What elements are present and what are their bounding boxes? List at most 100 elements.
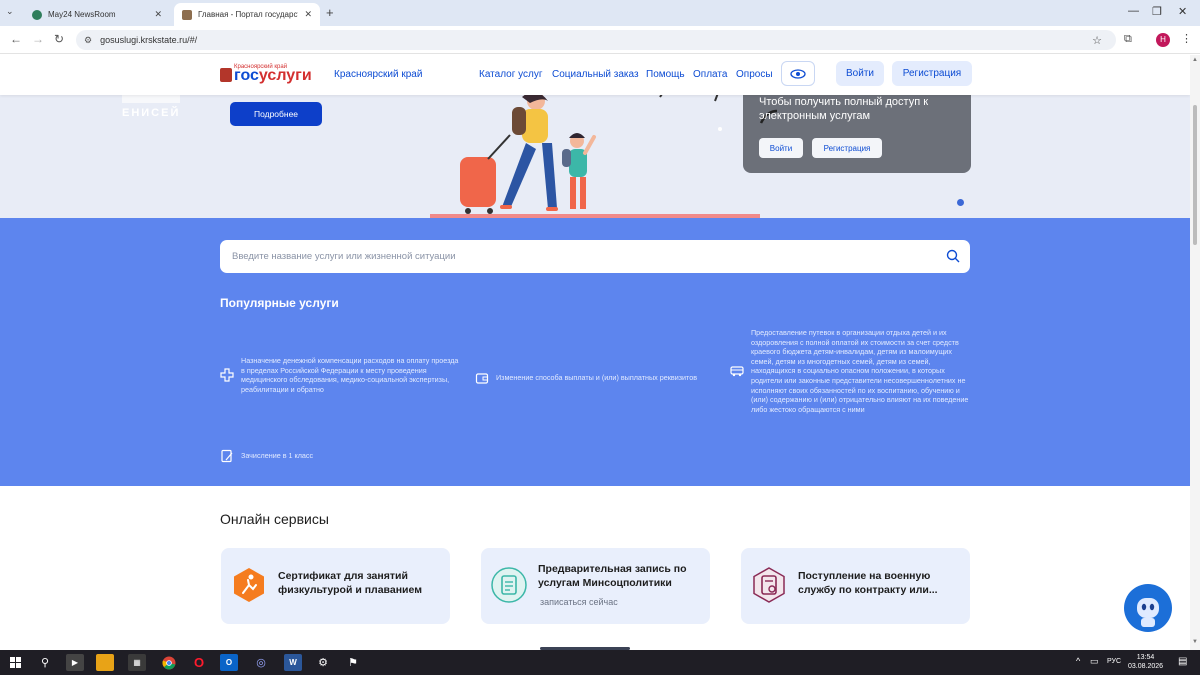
new-tab-button[interactable]: + [326, 5, 334, 20]
card-title: Сертификат для занятий физкультурой и пл… [278, 570, 422, 596]
nav-help[interactable]: Помощь [646, 69, 685, 80]
popular-service-item[interactable]: Назначение денежной компенсации расходов… [220, 356, 460, 394]
eye-icon [790, 68, 806, 79]
restore-icon[interactable]: ❐ [1152, 5, 1162, 18]
store-icon[interactable]: ▦ [128, 654, 146, 671]
more-details-button[interactable]: Подробнее [230, 102, 322, 126]
gosuslugi-favicon-icon [182, 9, 192, 20]
browser-tab-bar: ⌄ May24 NewsRoom ✕ Главная - Портал госу… [0, 0, 1200, 26]
emblem-icon [220, 68, 232, 82]
service-text: Назначение денежной компенсации расходов… [241, 356, 459, 394]
close-tab-icon[interactable]: ✕ [154, 9, 162, 20]
online-service-card-appointment[interactable]: Предварительная запись по услугам Минсоц… [481, 548, 710, 624]
notifications-icon[interactable]: ▤ [1178, 656, 1187, 667]
login-button[interactable]: Войти [836, 61, 884, 86]
tray-expand-icon[interactable]: ^ [1076, 656, 1080, 666]
promo-register-button[interactable]: Регистрация [812, 138, 882, 158]
windows-taskbar: ⚲ ▶ ▦ O O ◎ W ⚙ ⚑ ^ ▭ РУС 13:54 03.08.20… [0, 650, 1200, 675]
site-header: Красноярский край госуслуги Красноярский… [0, 55, 1190, 95]
brand-box [122, 95, 180, 103]
page-scrollbar[interactable]: ▲ ▼ [1190, 55, 1200, 650]
browser-menu-icon[interactable]: ⋮ [1181, 32, 1192, 45]
wallet-icon [475, 373, 489, 384]
sport-icon [234, 568, 264, 602]
promo-login-button[interactable]: Войти [759, 138, 803, 158]
search-section: Популярные услуги Назначение денежной ко… [0, 218, 1190, 486]
browser-tab-gosuslugi[interactable]: Главная - Портал государстве ✕ [174, 3, 320, 26]
medical-cross-icon [220, 368, 234, 382]
online-service-card-sport[interactable]: Сертификат для занятий физкультурой и пл… [221, 548, 450, 624]
search-icon[interactable] [946, 249, 960, 263]
site-settings-icon[interactable]: ⚙ [84, 35, 92, 46]
login-promo-card: Чтобы получить полный доступ к электронн… [743, 95, 971, 173]
tab-title: Главная - Портал государстве [198, 10, 298, 19]
forward-arrow-icon[interactable]: → [32, 32, 44, 46]
word-icon[interactable]: W [284, 654, 302, 671]
region-selector[interactable]: Красноярский край [334, 69, 422, 80]
popular-service-item[interactable]: Предоставление путевок в организации отд… [730, 328, 975, 414]
chrome-logo-icon [162, 656, 176, 669]
back-arrow-icon[interactable]: ← [10, 32, 22, 46]
online-services-title: Онлайн сервисы [220, 511, 329, 527]
online-service-card-military[interactable]: Поступление на военную службу по контрак… [741, 548, 970, 624]
extensions-icon[interactable]: ⧉ [1124, 33, 1132, 46]
file-explorer-icon[interactable] [96, 654, 114, 671]
close-tab-icon[interactable]: ✕ [304, 9, 312, 20]
tab-title: May24 NewsRoom [48, 10, 116, 19]
close-window-icon[interactable]: ✕ [1178, 5, 1187, 18]
scroll-up-icon[interactable]: ▲ [1192, 57, 1198, 63]
chrome-icon[interactable] [160, 654, 178, 671]
popular-service-item[interactable]: Изменение способа выплаты и (или) выплат… [475, 371, 720, 385]
messenger-icon[interactable]: ⚙ [314, 654, 332, 671]
card-title: Поступление на военную службу по контрак… [798, 570, 938, 596]
robot-assistant-icon [1125, 585, 1171, 631]
logo-gos: гос [234, 67, 259, 84]
app-icon[interactable]: ◎ [252, 654, 270, 671]
browser-tab-newsroom[interactable]: May24 NewsRoom ✕ [24, 3, 170, 26]
media-player-icon[interactable]: ▶ [66, 654, 84, 671]
yenisei-brand: ЕНИСЕЙ [122, 107, 181, 119]
windows-start-icon[interactable] [6, 654, 24, 671]
hero-banner: ЕНИСЕЙ Подробнее Чтобы получить полный д… [0, 95, 1190, 218]
network-tray-icon[interactable]: ▭ [1090, 656, 1099, 667]
chat-assistant-button[interactable] [1124, 584, 1172, 632]
nav-surveys[interactable]: Опросы [736, 69, 773, 80]
bookmark-star-icon[interactable]: ☆ [1092, 34, 1102, 47]
browser-address-bar: ← → ↻ ⚙ gosuslugi.krskstate.ru/#/ ☆ ⧉ Н … [0, 26, 1200, 54]
bus-icon [730, 366, 744, 377]
reload-icon[interactable]: ↻ [54, 32, 64, 46]
profile-avatar[interactable]: Н [1156, 33, 1170, 47]
scroll-thumb[interactable] [1193, 105, 1197, 245]
accessibility-eye-button[interactable] [781, 61, 815, 86]
service-text: Изменение способа выплаты и (или) выплат… [496, 373, 698, 383]
url-field[interactable]: ⚙ gosuslugi.krskstate.ru/#/ ☆ [76, 30, 1116, 50]
popular-service-item[interactable]: Зачисление в 1 класс [220, 449, 420, 463]
tab-search-chevron-icon[interactable]: ⌄ [6, 6, 14, 17]
nav-social-order[interactable]: Социальный заказ [552, 69, 639, 80]
network-app-icon[interactable]: ⚑ [344, 654, 362, 671]
card-subtitle: записаться сейчас [540, 597, 618, 607]
service-text: Зачисление в 1 класс [241, 451, 314, 461]
language-indicator[interactable]: РУС [1107, 658, 1121, 665]
clock[interactable]: 13:54 03.08.2026 [1128, 653, 1163, 671]
clock-date: 03.08.2026 [1128, 663, 1164, 670]
url-text: gosuslugi.krskstate.ru/#/ [100, 35, 198, 45]
taskbar-search-icon[interactable]: ⚲ [36, 654, 54, 671]
opera-icon[interactable]: O [190, 654, 208, 671]
clock-time: 13:54 [1136, 654, 1155, 661]
military-document-icon [753, 567, 785, 603]
outlook-icon[interactable]: O [220, 654, 238, 671]
nav-payment[interactable]: Оплата [693, 69, 727, 80]
service-text: Предоставление путевок в организации отд… [751, 328, 969, 414]
popular-services-title: Популярные услуги [220, 296, 339, 310]
clipboard-icon [491, 567, 527, 603]
logo-text: госуслуги [234, 67, 312, 85]
register-button[interactable]: Регистрация [892, 61, 972, 86]
carousel-dot[interactable] [957, 199, 964, 206]
search-input[interactable] [232, 240, 932, 273]
search-box [220, 240, 970, 273]
nav-catalog[interactable]: Каталог услуг [479, 69, 543, 80]
promo-text: Чтобы получить полный доступ к электронн… [759, 96, 929, 122]
scroll-down-icon[interactable]: ▼ [1192, 639, 1198, 645]
minimize-icon[interactable]: — [1128, 5, 1139, 17]
